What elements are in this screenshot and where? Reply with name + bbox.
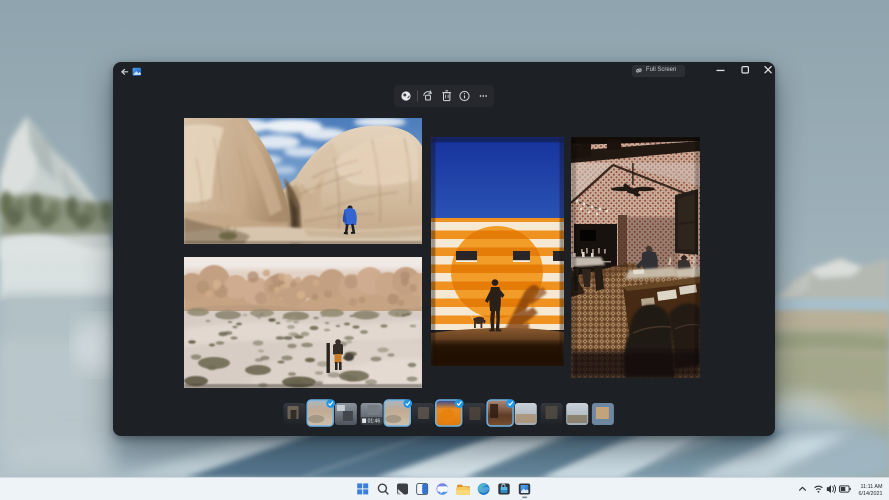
svg-text:6/14/2021: 6/14/2021 (859, 491, 883, 497)
svg-text:01:46: 01:46 (368, 419, 381, 425)
svg-text:11:11 AM: 11:11 AM (861, 484, 883, 490)
